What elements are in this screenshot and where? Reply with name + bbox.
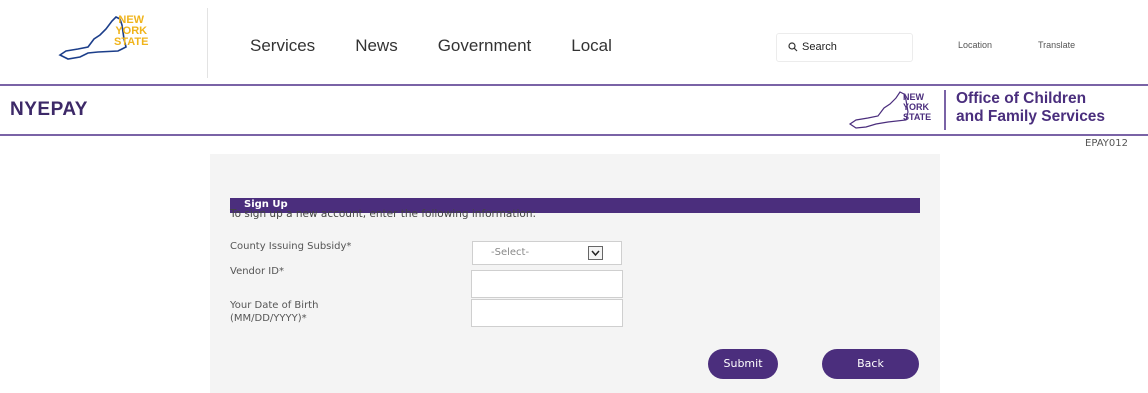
dob-field[interactable] (471, 299, 623, 327)
logo-text: NEW YORK STATE (114, 15, 148, 48)
nys-logo[interactable]: NEW YORK STATE (58, 15, 168, 63)
band-divider (944, 90, 946, 130)
header-divider (207, 8, 208, 78)
dob-label-line-1: Your Date of Birth (230, 300, 319, 311)
signup-panel: Sign Up To sign up a new account, enter … (210, 154, 940, 393)
nav-government[interactable]: Government (438, 36, 532, 56)
dob-label-line-2: (MM/DD/YYYY)* (230, 313, 307, 324)
county-select[interactable]: -Select- (472, 241, 622, 265)
vendor-id-field[interactable] (471, 270, 623, 298)
search-placeholder: Search (802, 41, 837, 53)
search-input[interactable]: Search (776, 33, 913, 62)
band-logo-line: YORK (903, 102, 930, 112)
county-label: County Issuing Subsidy* (230, 241, 352, 252)
chevron-down-icon[interactable] (588, 246, 603, 260)
main-nav: Services News Government Local (250, 36, 612, 56)
top-bar: NEW YORK STATE Services News Government … (0, 0, 1148, 84)
location-link[interactable]: Location (958, 40, 992, 50)
agency-name: Office of Children and Family Services (956, 90, 1105, 126)
nys-band-logo: NEW YORK STATE (848, 90, 940, 130)
nav-local[interactable]: Local (571, 36, 612, 56)
band-logo-line: STATE (903, 112, 932, 122)
nys-map-icon (58, 16, 127, 60)
agency-line-2: and Family Services (956, 108, 1106, 125)
county-selected-value: -Select- (491, 247, 530, 258)
agency-line-1: Office of Children (956, 90, 1087, 107)
app-title: NYEPAY (10, 99, 88, 120)
page-code: EPAY012 (1085, 138, 1128, 149)
band-logo-line: NEW (903, 92, 924, 102)
intro-text: To sign up a new account, enter the foll… (230, 208, 537, 220)
logo-line: STATE (114, 36, 149, 48)
submit-button[interactable]: Submit (708, 349, 778, 379)
translate-link[interactable]: Translate (1038, 40, 1075, 50)
dob-label: Your Date of Birth (MM/DD/YYYY)* (230, 299, 318, 325)
app-banner: NYEPAY NEW YORK STATE Office of Children… (0, 84, 1148, 136)
nav-news[interactable]: News (355, 36, 398, 56)
back-button[interactable]: Back (822, 349, 919, 379)
search-icon (788, 42, 798, 52)
nav-services[interactable]: Services (250, 36, 315, 56)
vendor-label: Vendor ID* (230, 266, 284, 277)
